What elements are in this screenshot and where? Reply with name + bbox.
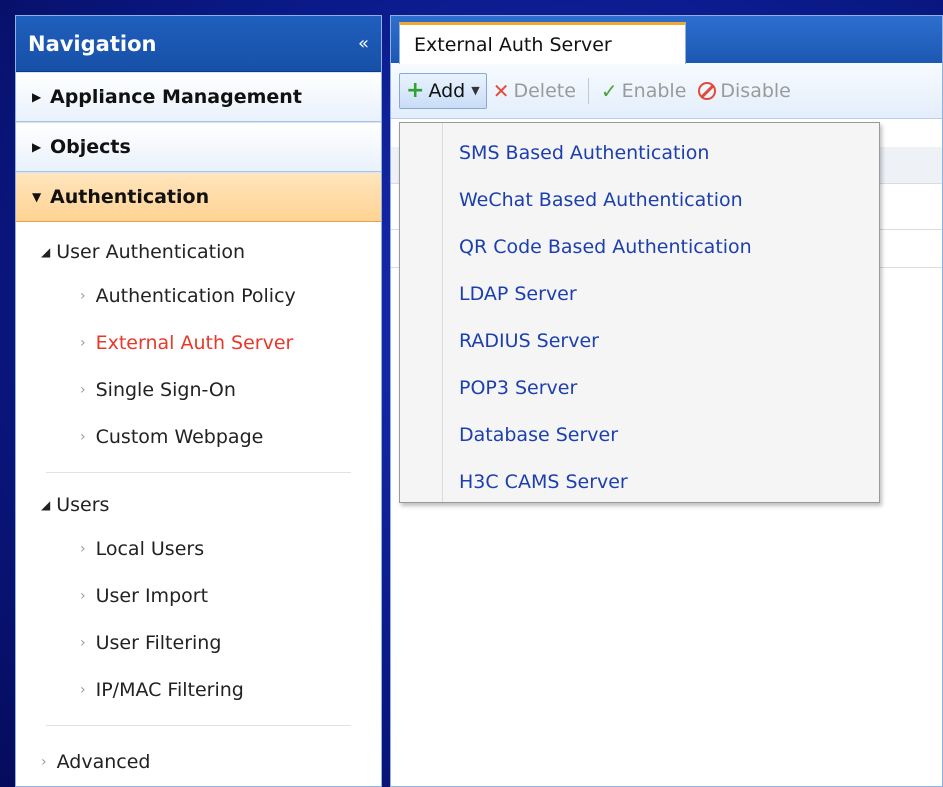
- tab-bar: External Auth Server: [391, 16, 942, 64]
- chevron-right-icon: ›: [80, 428, 86, 445]
- add-dropdown-menu: SMS Based Authentication WeChat Based Au…: [399, 122, 880, 503]
- expanded-triangle-icon: ◢: [41, 498, 51, 512]
- close-icon: ✕: [492, 78, 510, 103]
- menu-item-h3c-cams-server[interactable]: H3C CAMS Server: [400, 458, 879, 505]
- sidebar-item-label: Custom Webpage: [95, 425, 264, 448]
- sidebar-item-label: External Auth Server: [95, 331, 294, 354]
- section-label: Appliance Management: [50, 86, 302, 108]
- caret-down-icon: ▼: [32, 190, 42, 204]
- expanded-triangle-icon: ◢: [41, 245, 51, 259]
- checkmark-icon: ✓: [600, 78, 618, 103]
- ban-icon: [698, 81, 717, 100]
- menu-item-radius-server[interactable]: RADIUS Server: [400, 317, 879, 364]
- sidebar-item-local-users[interactable]: › Local Users: [16, 525, 381, 572]
- sidebar-item-user-import[interactable]: › User Import: [16, 572, 381, 619]
- chevron-right-icon: ›: [80, 681, 86, 698]
- sidebar-item-external-auth-server[interactable]: › External Auth Server: [16, 319, 381, 366]
- caret-right-icon: ▶: [32, 140, 42, 154]
- sidebar-item-user-filtering[interactable]: › User Filtering: [16, 619, 381, 666]
- tab-label: External Auth Server: [414, 33, 612, 56]
- navigation-title: Navigation: [28, 31, 157, 56]
- divider: [46, 472, 351, 473]
- chevron-right-icon: ›: [80, 587, 86, 604]
- sidebar-item-label: Single Sign-On: [95, 378, 236, 401]
- section-appliance-management[interactable]: ▶ Appliance Management: [16, 72, 381, 122]
- section-authentication[interactable]: ▼ Authentication: [16, 172, 381, 222]
- menu-item-qr-code-auth[interactable]: QR Code Based Authentication: [400, 223, 879, 270]
- chevron-right-icon: ›: [41, 753, 47, 770]
- group-title-users[interactable]: ◢ Users: [16, 485, 381, 525]
- toolbar: + Add ▼ ✕ Delete ✓ Enable Disable: [391, 63, 942, 119]
- sidebar-item-label: User Filtering: [95, 631, 222, 654]
- sidebar-item-label: User Import: [95, 584, 209, 607]
- toolbar-separator: [587, 77, 589, 104]
- group-title-user-authentication[interactable]: ◢ User Authentication: [16, 232, 381, 272]
- section-objects[interactable]: ▶ Objects: [16, 122, 381, 172]
- sidebar-item-label: Advanced: [56, 750, 151, 773]
- disable-button[interactable]: Disable: [692, 76, 796, 106]
- group-users: ◢ Users › Local Users › User Import › Us…: [16, 485, 381, 713]
- chevron-right-icon: ›: [80, 287, 86, 304]
- sidebar-item-ip-mac-filtering[interactable]: › IP/MAC Filtering: [16, 666, 381, 713]
- chevron-right-icon: ›: [80, 634, 86, 651]
- delete-button[interactable]: ✕ Delete: [487, 75, 582, 107]
- group-label: Users: [56, 494, 110, 516]
- navigation-sidebar: Navigation « ▶ Appliance Management ▶ Ob…: [15, 15, 382, 787]
- sidebar-item-single-sign-on[interactable]: › Single Sign-On: [16, 366, 381, 413]
- sidebar-item-label: Authentication Policy: [95, 284, 296, 307]
- plus-icon: +: [406, 77, 425, 103]
- menu-item-database-server[interactable]: Database Server: [400, 411, 879, 458]
- group-user-authentication: ◢ User Authentication › Authentication P…: [16, 222, 381, 460]
- menu-item-ldap-server[interactable]: LDAP Server: [400, 270, 879, 317]
- add-button[interactable]: + Add ▼: [399, 72, 487, 109]
- divider: [46, 725, 351, 726]
- group-label: User Authentication: [56, 241, 246, 263]
- disable-button-label: Disable: [720, 79, 791, 102]
- menu-list: SMS Based Authentication WeChat Based Au…: [400, 123, 879, 505]
- caret-down-icon: ▼: [471, 84, 480, 97]
- chevron-right-icon: ›: [80, 334, 86, 351]
- enable-button-label: Enable: [621, 79, 687, 102]
- section-label: Objects: [50, 136, 131, 158]
- enable-button[interactable]: ✓ Enable: [595, 75, 692, 107]
- chevron-right-icon: ›: [80, 540, 86, 557]
- sidebar-item-label: Local Users: [95, 537, 205, 560]
- sidebar-item-label: IP/MAC Filtering: [95, 678, 244, 701]
- add-button-label: Add: [428, 79, 466, 102]
- menu-item-wechat-auth[interactable]: WeChat Based Authentication: [400, 176, 879, 223]
- tab-external-auth-server[interactable]: External Auth Server: [399, 22, 686, 64]
- menu-item-sms-auth[interactable]: SMS Based Authentication: [400, 129, 879, 176]
- section-label: Authentication: [50, 186, 210, 208]
- navigation-header: Navigation «: [16, 16, 381, 72]
- menu-item-pop3-server[interactable]: POP3 Server: [400, 364, 879, 411]
- collapse-sidebar-icon[interactable]: «: [358, 33, 369, 54]
- sidebar-item-authentication-policy[interactable]: › Authentication Policy: [16, 272, 381, 319]
- chevron-right-icon: ›: [80, 381, 86, 398]
- sidebar-item-custom-webpage[interactable]: › Custom Webpage: [16, 413, 381, 460]
- caret-right-icon: ▶: [32, 90, 42, 104]
- sidebar-item-advanced[interactable]: › Advanced: [16, 738, 381, 785]
- delete-button-label: Delete: [513, 79, 576, 102]
